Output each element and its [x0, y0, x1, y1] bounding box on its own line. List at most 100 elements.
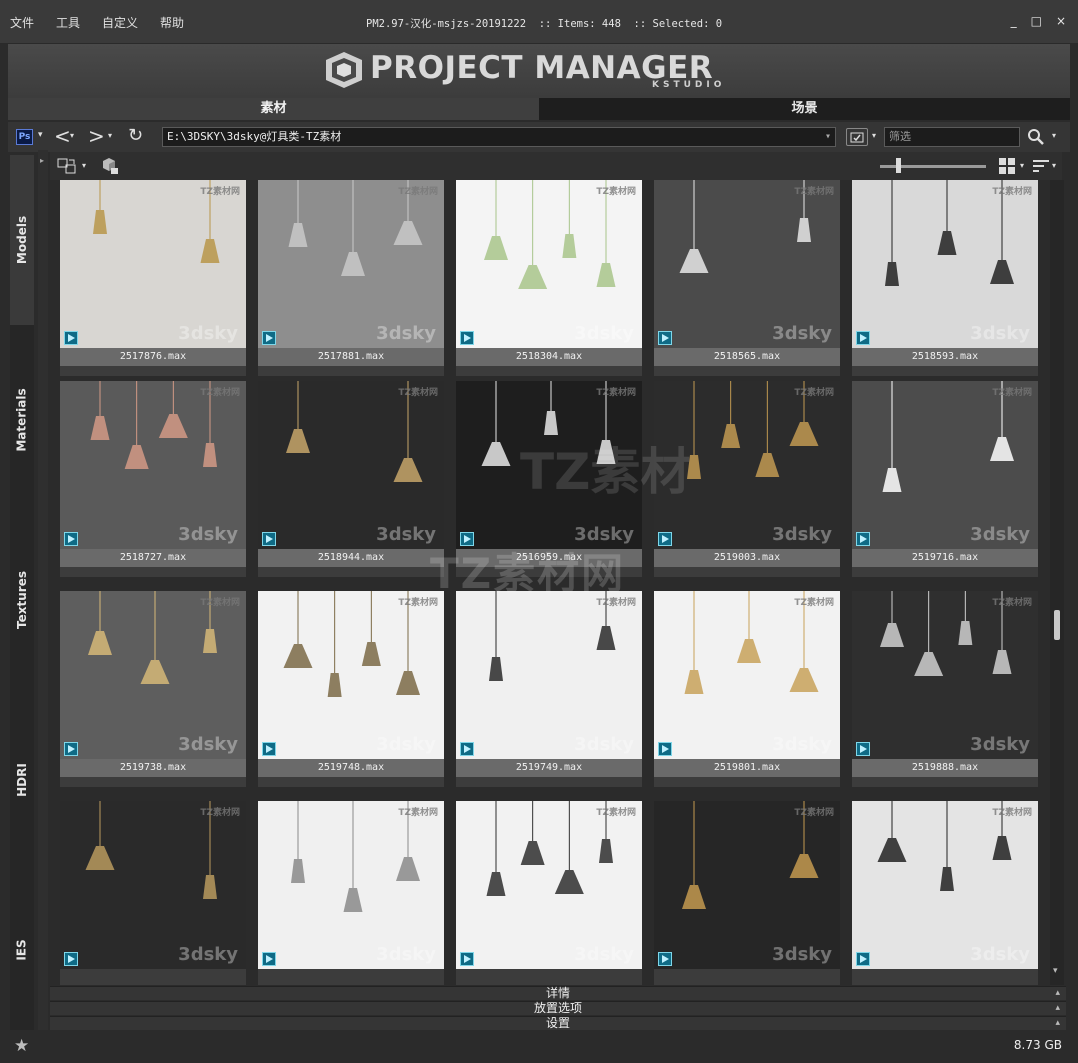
menu-tools[interactable]: 工具	[56, 14, 80, 31]
asset-thumbnail[interactable]: TZ素材网 3dsky	[852, 180, 1038, 348]
asset-thumbnail[interactable]: TZ素材网 3dsky	[654, 180, 840, 348]
asset-thumbnail[interactable]: TZ素材网 3dsky	[60, 801, 246, 969]
tz-watermark: TZ素材网	[794, 187, 834, 197]
asset-thumbnail[interactable]: TZ素材网 3dsky	[654, 591, 840, 759]
side-tab-ies[interactable]: IES	[10, 875, 34, 1025]
asset-thumbnail[interactable]: TZ素材网 3dsky	[60, 591, 246, 759]
asset-card[interactable]: TZ素材网 3dsky 2517876.max	[60, 180, 246, 376]
settings-panel-label: 设置	[545, 1016, 570, 1030]
asset-thumbnail[interactable]: TZ素材网 3dsky	[456, 381, 642, 549]
ps-dropdown-icon[interactable]: ▾	[38, 130, 43, 140]
tab-scenes[interactable]: 场景	[539, 98, 1070, 120]
side-tab-models-label: Models	[15, 215, 30, 265]
close-button[interactable]: ×	[1056, 14, 1066, 28]
placement-expand-icon[interactable]: ▴	[1055, 1002, 1060, 1015]
thumbnail-size-handle[interactable]	[896, 158, 901, 173]
minimize-button[interactable]: _	[1011, 14, 1017, 28]
favorite-star-icon[interactable]: ★	[14, 1036, 29, 1056]
scrollbar-thumb[interactable]	[1054, 610, 1060, 640]
filter-dropdown-icon[interactable]: ▾	[872, 131, 876, 140]
asset-thumbnail[interactable]: TZ素材网 3dsky	[654, 801, 840, 969]
asset-card[interactable]: TZ素材网 3dsky	[60, 801, 246, 985]
details-panel-label: 详情	[545, 986, 570, 1000]
path-toolbar: Ps ▾ < ▾ > ▾ ↻ E:\3DSKY\3dsky@灯具类-TZ素材 ▾…	[8, 122, 1070, 152]
asset-card[interactable]: TZ素材网 3dsky 2518565.max	[654, 180, 840, 376]
asset-thumbnail[interactable]: TZ素材网 3dsky	[456, 591, 642, 759]
back-history-icon[interactable]: ▾	[70, 131, 74, 140]
menu-file[interactable]: 文件	[10, 14, 34, 31]
asset-card[interactable]: TZ素材网 3dsky 2516959.max	[456, 381, 642, 577]
asset-card[interactable]: TZ素材网 3dsky 2519003.max	[654, 381, 840, 577]
asset-card[interactable]: TZ素材网 3dsky 2519801.max	[654, 591, 840, 787]
details-panel-header[interactable]: 详情 ▴	[50, 986, 1066, 1000]
asset-thumbnail[interactable]: TZ素材网 3dsky	[60, 381, 246, 549]
side-tab-textures[interactable]: Textures	[10, 515, 34, 685]
asset-card[interactable]: TZ素材网 3dsky 2517881.max	[258, 180, 444, 376]
asset-card[interactable]: TZ素材网 3dsky	[852, 801, 1038, 985]
settings-panel-header[interactable]: 设置 ▴	[50, 1016, 1066, 1030]
asset-card[interactable]: TZ素材网 3dsky	[258, 801, 444, 985]
details-expand-icon[interactable]: ▴	[1055, 987, 1060, 1000]
path-dropdown-icon[interactable]: ▾	[825, 128, 831, 146]
search-options-icon[interactable]: ▾	[1052, 131, 1056, 140]
menu-help[interactable]: 帮助	[160, 14, 184, 31]
grid-view-icon[interactable]	[998, 157, 1016, 175]
3dsmax-file-icon	[856, 532, 870, 546]
menu-customize[interactable]: 自定义	[102, 14, 138, 31]
asset-card[interactable]: TZ素材网 3dsky 2519888.max	[852, 591, 1038, 787]
asset-thumbnail[interactable]: TZ素材网 3dsky	[852, 591, 1038, 759]
asset-card[interactable]: TZ素材网 3dsky 2518727.max	[60, 381, 246, 577]
scroll-down-icon[interactable]: ▾	[1053, 966, 1058, 976]
sort-dropdown-icon[interactable]: ▾	[1052, 161, 1056, 170]
asset-card[interactable]: TZ素材网 3dsky 2518304.max	[456, 180, 642, 376]
asset-thumbnail[interactable]: TZ素材网 3dsky	[258, 381, 444, 549]
refresh-button[interactable]: ↻	[128, 125, 143, 146]
cube-icon[interactable]	[98, 156, 120, 176]
asset-thumbnail[interactable]: TZ素材网 3dsky	[654, 381, 840, 549]
asset-thumbnail[interactable]: TZ素材网 3dsky	[258, 591, 444, 759]
side-tab-models[interactable]: Models	[10, 155, 34, 325]
forward-history-icon[interactable]: ▾	[108, 131, 112, 140]
asset-card[interactable]: TZ素材网 3dsky 2519738.max	[60, 591, 246, 787]
filter-input[interactable]: 筛选	[884, 127, 1020, 147]
grid-scrollbar[interactable]: ▾	[1050, 180, 1064, 985]
tz-watermark: TZ素材网	[596, 598, 636, 608]
selection-filter-icon[interactable]	[846, 128, 868, 146]
side-tab-hdri[interactable]: HDRI	[10, 695, 34, 865]
asset-card[interactable]: TZ素材网 3dsky 2519748.max	[258, 591, 444, 787]
asset-card[interactable]: TZ素材网 3dsky 2519749.max	[456, 591, 642, 787]
3dsmax-file-icon	[658, 952, 672, 966]
asset-thumbnail[interactable]: TZ素材网 3dsky	[456, 180, 642, 348]
asset-card[interactable]: TZ素材网 3dsky	[654, 801, 840, 985]
sync-icon[interactable]	[56, 156, 78, 176]
maximize-button[interactable]: □	[1031, 14, 1042, 28]
path-value: E:\3DSKY\3dsky@灯具类-TZ素材	[167, 130, 342, 143]
site-watermark: 3dsky	[376, 524, 436, 545]
3dsmax-file-icon	[64, 532, 78, 546]
sort-icon[interactable]	[1032, 157, 1050, 175]
forward-button[interactable]: >	[88, 124, 105, 148]
view-dropdown-icon[interactable]: ▾	[1020, 161, 1024, 170]
asset-card[interactable]: TZ素材网 3dsky 2519716.max	[852, 381, 1038, 577]
asset-thumbnail[interactable]: TZ素材网 3dsky	[258, 801, 444, 969]
side-tab-materials[interactable]: Materials	[10, 335, 34, 505]
asset-thumbnail[interactable]: TZ素材网 3dsky	[852, 381, 1038, 549]
collapse-arrow-icon[interactable]: ▸	[40, 156, 44, 165]
asset-card[interactable]: TZ素材网 3dsky 2518593.max	[852, 180, 1038, 376]
asset-thumbnail[interactable]: TZ素材网 3dsky	[60, 180, 246, 348]
path-input[interactable]: E:\3DSKY\3dsky@灯具类-TZ素材 ▾	[162, 127, 836, 147]
asset-thumbnail[interactable]: TZ素材网 3dsky	[258, 180, 444, 348]
asset-card[interactable]: TZ素材网 3dsky 2518944.max	[258, 381, 444, 577]
back-button[interactable]: <	[54, 124, 71, 148]
settings-expand-icon[interactable]: ▴	[1055, 1017, 1060, 1030]
search-icon[interactable]	[1026, 127, 1046, 147]
sidebar-splitter[interactable]: ▸	[38, 150, 48, 1030]
sync-dropdown-icon[interactable]: ▾	[82, 161, 86, 170]
asset-thumbnail[interactable]: TZ素材网 3dsky	[456, 801, 642, 969]
asset-filename: 2519738.max	[60, 759, 246, 777]
placement-panel-header[interactable]: 放置选项 ▴	[50, 1001, 1066, 1015]
asset-card[interactable]: TZ素材网 3dsky	[456, 801, 642, 985]
tab-assets[interactable]: 素材	[8, 98, 539, 120]
asset-thumbnail[interactable]: TZ素材网 3dsky	[852, 801, 1038, 969]
photoshop-icon[interactable]: Ps	[16, 129, 33, 145]
